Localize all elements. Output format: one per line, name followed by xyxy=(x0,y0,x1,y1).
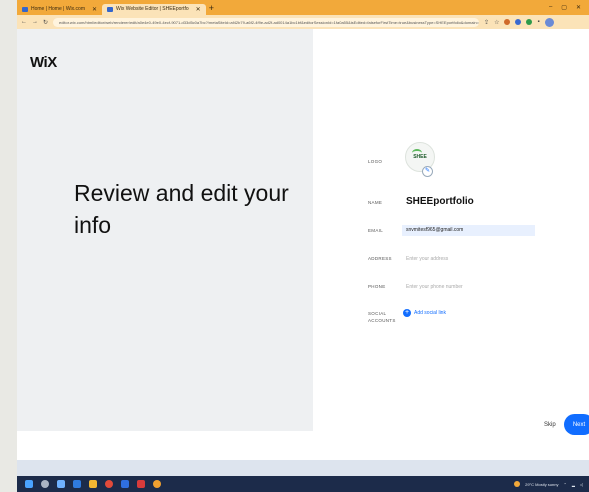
wix-logo: WiX xyxy=(30,54,57,71)
name-label: NAME xyxy=(368,200,383,205)
name-field[interactable]: SHEEportfolio xyxy=(406,196,474,207)
app-icon[interactable] xyxy=(153,480,161,488)
window-controls: – ▢ ✕ xyxy=(549,4,589,11)
next-button[interactable]: Next xyxy=(564,414,589,435)
tab-home[interactable]: Home | Home | Wix.com ✕ xyxy=(17,4,102,15)
chrome-icon[interactable] xyxy=(105,480,113,488)
new-tab-icon[interactable]: + xyxy=(209,3,214,13)
tab-strip: Home | Home | Wix.com ✕ Wix Website Edit… xyxy=(17,0,589,15)
footer-bar xyxy=(17,431,589,460)
app-icon[interactable] xyxy=(137,480,145,488)
maximize-icon[interactable]: ▢ xyxy=(561,4,567,11)
add-social-link-label: Add social link xyxy=(414,310,446,316)
task-view-icon[interactable] xyxy=(57,480,65,488)
address-label: ADDRESS xyxy=(368,256,392,261)
close-tab-icon[interactable]: ✕ xyxy=(196,6,201,13)
edge-icon[interactable] xyxy=(73,480,81,488)
plus-icon: + xyxy=(403,309,411,317)
forward-icon[interactable]: → xyxy=(32,19,38,25)
share-icon[interactable]: ⇪ xyxy=(484,19,489,26)
email-field[interactable]: snvmitesf965@gmail.com xyxy=(402,225,535,236)
intro-pane: WiX Review and edit your info xyxy=(17,29,313,431)
skip-button[interactable]: Skip xyxy=(544,422,556,428)
bookmark-star-icon[interactable]: ☆ xyxy=(494,19,499,26)
search-icon[interactable] xyxy=(41,480,49,488)
store-icon[interactable] xyxy=(121,480,129,488)
wix-setup-page: WiX Review and edit your info LOGO SHEE … xyxy=(17,29,589,460)
address-bar-row: ← → ↻ editor.wix.com/html/editor/web/ren… xyxy=(17,15,589,29)
weather-icon[interactable] xyxy=(514,481,521,487)
file-explorer-icon[interactable] xyxy=(89,480,97,488)
weather-text[interactable]: 29°C Mostly sunny xyxy=(525,482,558,487)
tab-label: Home | Home | Wix.com xyxy=(31,6,85,12)
url-field[interactable]: editor.wix.com/html/editor/web/renderer/… xyxy=(53,17,480,27)
phone-label: PHONE xyxy=(368,284,386,289)
taskbar-strip: 29°C Mostly sunny ⌃ ▂ ◁ xyxy=(17,476,589,492)
taskbar: 29°C Mostly sunny ⌃ ▂ ◁ xyxy=(17,460,589,492)
page-title: Review and edit your info xyxy=(74,180,289,238)
extension-icon[interactable] xyxy=(515,19,522,25)
edit-logo-icon[interactable]: ✎ xyxy=(422,166,433,177)
tray-chevron-icon[interactable]: ⌃ xyxy=(563,482,566,487)
profile-avatar-icon[interactable] xyxy=(544,17,554,27)
back-icon[interactable]: ← xyxy=(21,19,27,25)
close-tab-icon[interactable]: ✕ xyxy=(92,6,97,13)
wix-favicon-icon xyxy=(22,6,28,12)
tab-editor[interactable]: Wix Website Editor | SHEEportfo ✕ xyxy=(102,3,206,15)
logo-swoosh-icon xyxy=(412,149,422,157)
system-tray: 29°C Mostly sunny ⌃ ▂ ◁ xyxy=(514,481,589,487)
email-label: EMAIL xyxy=(368,228,384,233)
logo-label: LOGO xyxy=(368,159,383,164)
add-social-link-button[interactable]: + Add social link xyxy=(403,309,446,317)
windows-start-icon[interactable] xyxy=(25,480,33,488)
tab-label: Wix Website Editor | SHEEportfo xyxy=(116,6,189,12)
extension-icon[interactable] xyxy=(526,19,533,25)
social-label: SOCIAL ACCOUNTS xyxy=(368,310,396,324)
phone-input[interactable] xyxy=(402,281,535,292)
network-icon[interactable]: ▂ xyxy=(572,482,575,487)
volume-icon[interactable]: ◁ xyxy=(580,482,583,487)
close-window-icon[interactable]: ✕ xyxy=(576,4,581,11)
browser-window: Home | Home | Wix.com ✕ Wix Website Edit… xyxy=(17,0,589,492)
minimize-icon[interactable]: – xyxy=(549,4,552,11)
puzzle-icon[interactable]: ▪ xyxy=(537,19,539,25)
wix-favicon-icon xyxy=(107,6,114,12)
extension-icon[interactable] xyxy=(504,19,511,25)
address-input[interactable] xyxy=(402,253,535,264)
reload-icon[interactable]: ↻ xyxy=(43,19,48,26)
social-label-line: SOCIAL xyxy=(368,311,387,316)
social-label-line: ACCOUNTS xyxy=(368,318,396,323)
